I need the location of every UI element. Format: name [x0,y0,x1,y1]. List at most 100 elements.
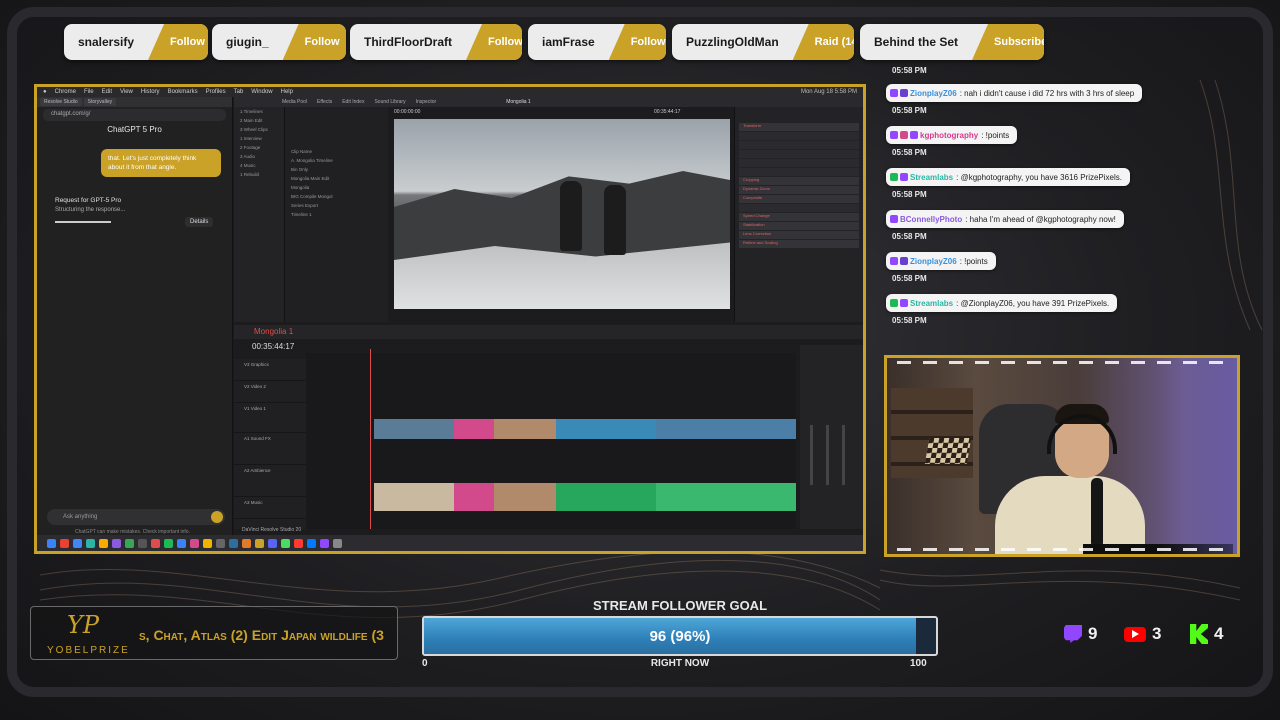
video-clip[interactable] [494,419,556,439]
media-item[interactable]: 3 Audio [234,152,284,161]
track-label[interactable]: V1 Video 1 [234,403,306,433]
menu-item[interactable]: Chrome [55,89,76,95]
media-item[interactable]: 2 Footage [234,143,284,152]
toolbar-tab[interactable]: Inspector [416,99,437,105]
bin-list: Clip Name A. Mongolia Timeline Bin Only … [284,107,388,322]
timeline-header[interactable]: Mongolia 1 [234,325,863,339]
audio-clip[interactable] [556,483,656,511]
app-icon[interactable] [86,538,95,548]
video-clip[interactable] [374,419,454,439]
media-item[interactable]: 1 Rebuild [234,170,284,179]
menu-item[interactable]: Help [281,89,293,95]
browser-tab[interactable]: Storyvalley [83,98,117,106]
app-icon[interactable] [60,538,69,548]
media-item[interactable]: 3 Wheel Clips [234,125,284,134]
inspector-section[interactable]: Composite [739,195,859,203]
app-icon[interactable] [216,538,225,548]
inspector-field[interactable] [739,159,859,167]
video-clip[interactable] [656,419,796,439]
menu-item[interactable]: History [141,89,160,95]
mixer-fader[interactable] [810,425,813,485]
trash-icon[interactable] [333,538,342,548]
model-selector[interactable]: ChatGPT 5 Pro [37,125,232,134]
track-label[interactable]: A3 Music [234,497,306,519]
media-item[interactable]: 4 Music [234,161,284,170]
audio-clip[interactable] [374,483,454,511]
menu-item[interactable]: Tab [234,89,244,95]
toolbar-tab[interactable]: Sound Library [374,99,405,105]
app-icon[interactable] [112,538,121,548]
send-icon[interactable] [211,511,223,523]
details-button[interactable]: Details [185,217,214,227]
finder-icon[interactable] [47,538,56,548]
toolbar-tab[interactable]: Edit Index [342,99,364,105]
menu-item[interactable]: Edit [102,89,112,95]
bin-item[interactable]: Bin Only [285,165,388,174]
menu-item[interactable]: View [120,89,133,95]
inspector-section[interactable]: Retime and Scaling [739,240,859,248]
app-icon[interactable] [138,538,147,548]
menu-item[interactable]: Bookmarks [168,89,198,95]
playhead[interactable] [370,349,371,529]
audio-clip[interactable] [454,483,494,511]
track-label[interactable]: V3 Graphics [234,359,306,381]
app-icon[interactable] [203,538,212,548]
app-icon[interactable] [242,538,251,548]
app-icon[interactable] [190,538,199,548]
video-viewer[interactable] [394,119,730,309]
bin-item[interactable]: Mongolia [285,183,388,192]
app-icon[interactable] [151,538,160,548]
resolve-icon[interactable] [255,538,264,548]
bin-item[interactable]: Clip Name [285,147,388,156]
inspector-field[interactable] [739,132,859,140]
timeline-area[interactable] [306,353,796,529]
menu-item[interactable]: Profiles [206,89,226,95]
twitch-icon[interactable] [320,538,329,548]
app-icon[interactable] [294,538,303,548]
inspector-section[interactable]: Lens Correction [739,231,859,239]
inspector-section[interactable]: Speed Change [739,213,859,221]
bin-item[interactable]: A. Mongolia Timeline [285,156,388,165]
menu-item[interactable]: Window [251,89,272,95]
mixer-fader[interactable] [842,425,845,485]
bin-item[interactable]: BIG Compile Mongol [285,192,388,201]
toolbar-tab[interactable]: Media Pool [282,99,307,105]
media-item[interactable]: 2 Main Edit [234,116,284,125]
address-bar[interactable]: chatgpt.com/g/ [43,109,226,121]
spotify-icon[interactable] [164,538,173,548]
track-label[interactable]: V2 Video 2 [234,381,306,403]
inspector-field[interactable] [739,141,859,149]
browser-tab[interactable]: Resolve Studio [40,98,82,106]
inspector-section[interactable]: Transform [739,123,859,131]
inspector-field[interactable] [739,168,859,176]
inspector-section[interactable]: Cropping [739,177,859,185]
video-clip[interactable] [556,419,656,439]
mixer-fader[interactable] [826,425,829,485]
inspector-section[interactable]: Stabilization [739,222,859,230]
app-icon[interactable] [125,538,134,548]
video-clip[interactable] [454,419,494,439]
inspector-field[interactable] [739,204,859,212]
app-icon[interactable] [99,538,108,548]
toolbar-tab[interactable]: Effects [317,99,332,105]
bin-item[interactable]: Series Export [285,201,388,210]
media-item[interactable]: 1 Timelines [234,107,284,116]
discord-icon[interactable] [268,538,277,548]
app-icon[interactable] [281,538,290,548]
bin-item[interactable]: Timeline 1 [285,210,388,219]
chrome-icon[interactable] [73,538,82,548]
inspector-field[interactable] [739,150,859,158]
audio-clip[interactable] [656,483,796,511]
media-item[interactable]: 1 Interview [234,134,284,143]
app-icon[interactable] [177,538,186,548]
track-label[interactable]: A2 Ambience [234,465,306,497]
bin-item[interactable]: Mongolia Main Edit [285,174,388,183]
app-icon[interactable] [229,538,238,548]
app-icon[interactable] [307,538,316,548]
inspector-section[interactable]: Dynamic Zoom [739,186,859,194]
apple-icon[interactable]: ● [43,89,47,95]
menu-item[interactable]: File [84,89,94,95]
audio-clip[interactable] [494,483,556,511]
track-label[interactable]: A1 Sound FX [234,433,306,465]
prompt-input[interactable]: Ask anything [47,509,225,525]
